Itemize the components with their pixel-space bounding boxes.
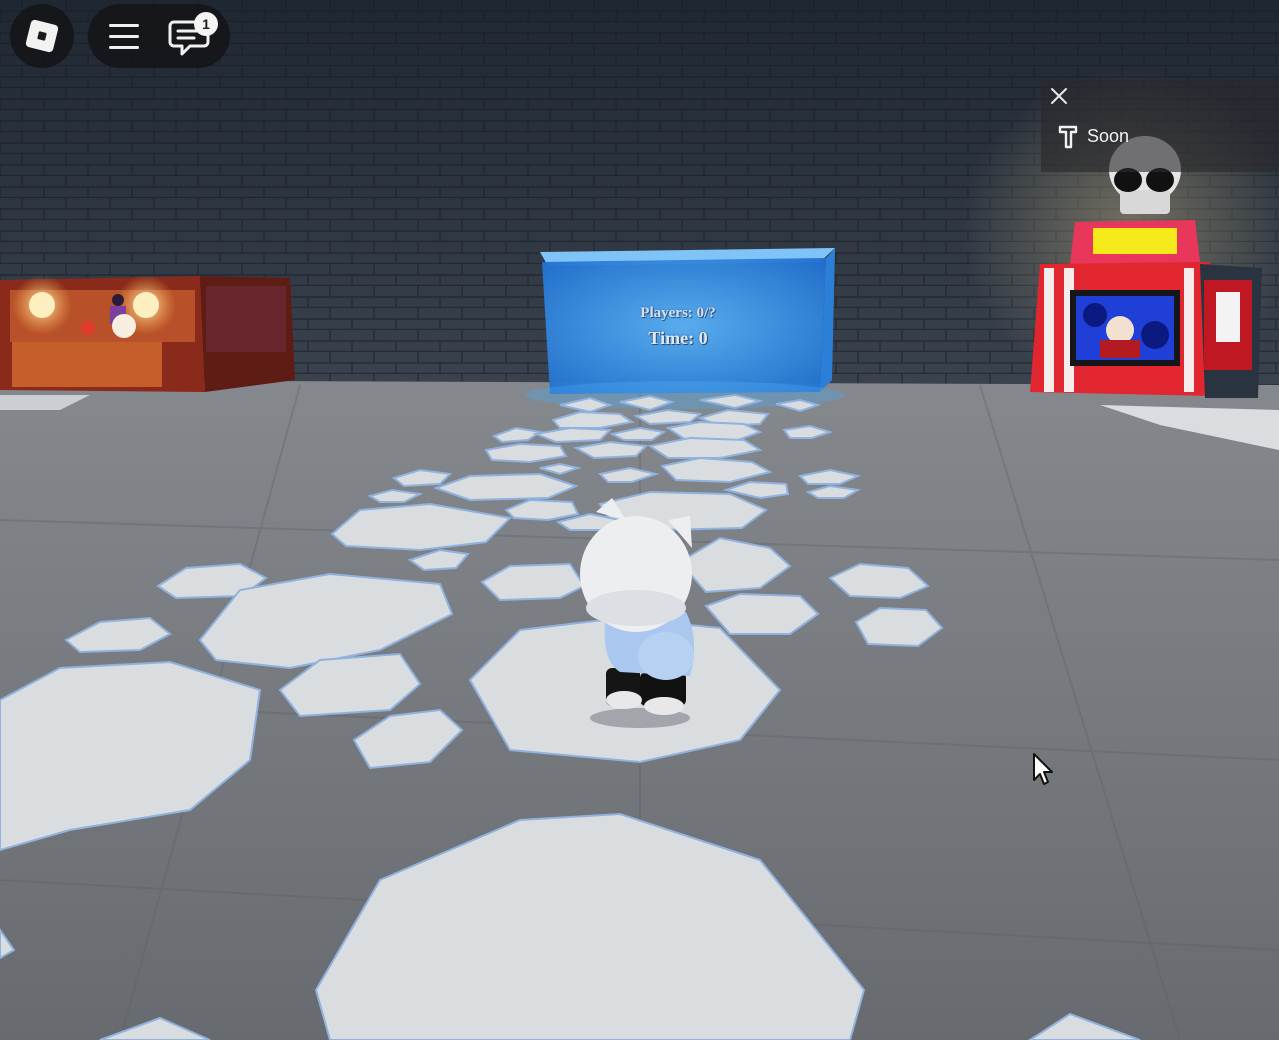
players-count-text: Players: 0/? (640, 305, 716, 321)
timer-text: Time: 0 (648, 328, 708, 348)
food-stall[interactable] (0, 275, 295, 392)
roblox-menu-button[interactable] (10, 4, 74, 68)
roblox-logo-icon (25, 19, 59, 53)
mouse-cursor-icon (1033, 753, 1053, 785)
top-bar-controls: 1 (88, 4, 230, 68)
hammer-icon (1058, 125, 1078, 149)
soon-button[interactable]: Soon (1057, 120, 1129, 152)
soon-label: Soon (1087, 125, 1130, 146)
close-icon[interactable] (1047, 84, 1071, 108)
chat-notification-badge: 1 (194, 12, 218, 36)
hamburger-menu-icon[interactable] (102, 18, 146, 54)
soon-panel: Soon (1041, 80, 1279, 172)
